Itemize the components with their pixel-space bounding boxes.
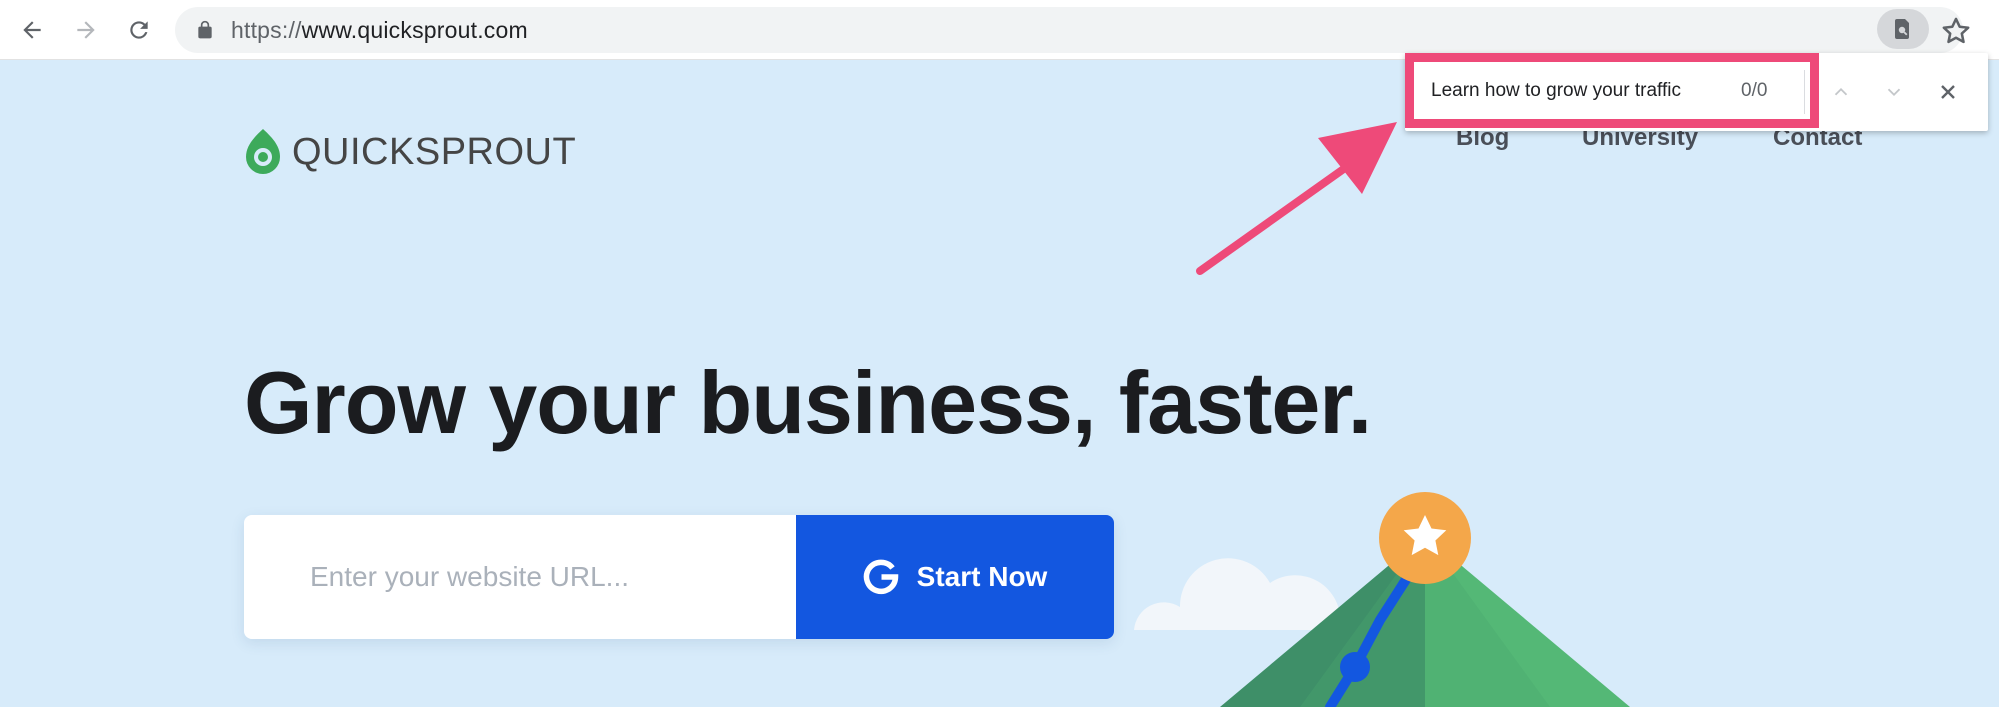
website-url-input[interactable] [244,515,796,639]
chevron-up-icon [1834,87,1848,96]
close-icon [1941,85,1955,99]
lock-icon [198,20,212,39]
find-in-page-button[interactable] [1877,9,1929,49]
find-next-button[interactable] [1876,74,1912,110]
star-badge-icon [1379,492,1471,584]
reload-button[interactable] [121,12,157,48]
find-previous-button[interactable] [1823,74,1859,110]
bookmark-star-icon[interactable] [1939,14,1973,48]
address-bar[interactable]: https://www.quicksprout.com [175,7,1963,53]
quicksprout-logo[interactable]: QUICKSPROUT [244,127,576,177]
back-icon [23,21,41,39]
cloud-shape [1134,558,1342,630]
start-now-button[interactable]: Start Now [796,515,1114,639]
mountain-illustration [1134,492,1630,707]
hero-headline: Grow your business, faster. [244,353,1372,452]
back-button[interactable] [14,12,50,48]
sprout-logo-icon [246,129,280,174]
reload-icon [130,21,148,39]
find-in-page-icon [1895,19,1909,39]
start-now-label: Start Now [916,561,1048,592]
browser-toolbar: https://www.quicksprout.com [0,0,1999,60]
logo-text: QUICKSPROUT [292,130,577,173]
url-text: https://www.quicksprout.com [231,17,528,43]
chevron-down-icon [1887,88,1901,97]
find-close-button[interactable] [1930,74,1966,110]
find-highlight-box [1405,53,1819,128]
url-signup-form: Start Now [244,515,1114,639]
forward-button[interactable] [68,12,104,48]
google-g-icon [863,559,898,595]
forward-icon [77,21,95,39]
